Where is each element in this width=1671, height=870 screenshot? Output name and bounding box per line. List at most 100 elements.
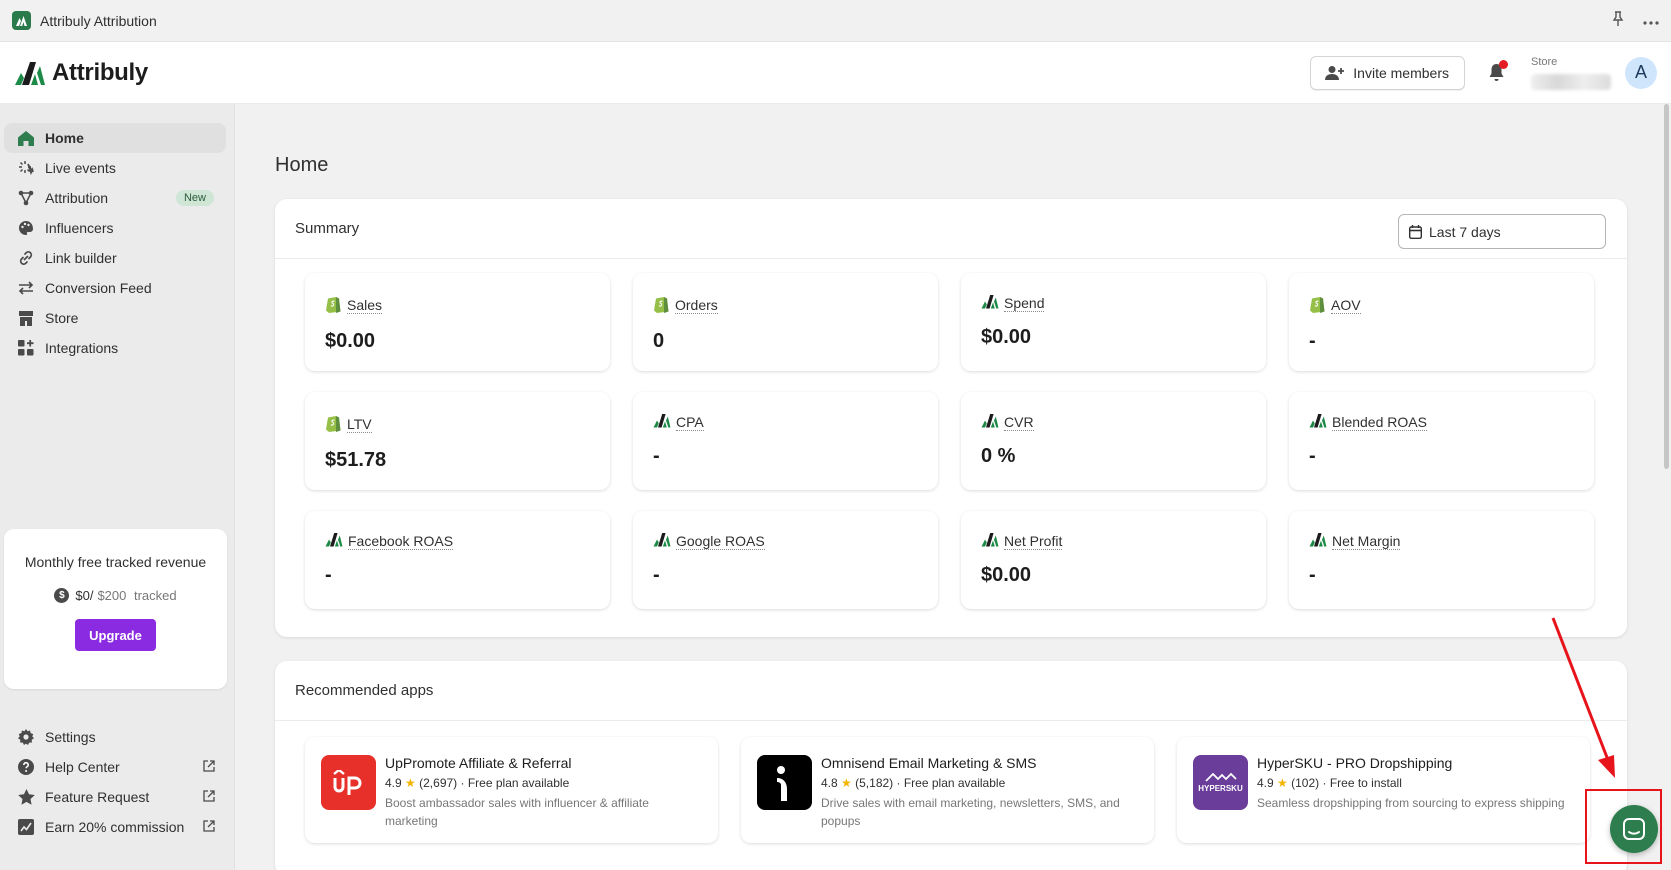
- metric-label-row: Blended ROAS: [1309, 413, 1594, 431]
- upgrade-button[interactable]: Upgrade: [75, 619, 156, 651]
- omnisend-logo-icon: [757, 755, 812, 810]
- metric-label-row: Net Margin: [1309, 532, 1594, 550]
- metric-label[interactable]: CVR: [1004, 414, 1034, 431]
- metric-card-ltv[interactable]: LTV $51.78: [305, 392, 610, 490]
- quota-usage: $ $0/$200 tracked: [4, 588, 227, 603]
- sidebar-item-label: Settings: [45, 729, 96, 745]
- metric-label[interactable]: Orders: [675, 297, 718, 314]
- sidebar-item-label: Live events: [45, 160, 116, 176]
- notifications-button[interactable]: [1483, 59, 1509, 86]
- sidebar-item-help-center[interactable]: Help Center: [4, 752, 227, 782]
- metric-label[interactable]: Spend: [1004, 295, 1045, 312]
- user-avatar[interactable]: A: [1625, 56, 1657, 89]
- shopify-icon: [325, 413, 342, 435]
- main-content: Home Summary Last 7 days Sales $0.00 Order…: [236, 104, 1671, 870]
- recommended-apps-list: UpPromote Affiliate & Referral 4.9 ★ (2,…: [305, 737, 1590, 843]
- star-icon: ★: [841, 776, 852, 790]
- metric-card-cvr[interactable]: CVR 0 %: [961, 392, 1266, 490]
- sidebar-item-earn-commission[interactable]: Earn 20% commission: [4, 812, 227, 842]
- sidebar-item-label: Feature Request: [45, 789, 150, 805]
- recommended-apps-header: Recommended apps: [275, 661, 1627, 721]
- metrics-grid: Sales $0.00 Orders 0 Spend $0.00 AOV - LTV $51.78…: [305, 273, 1594, 609]
- quota-limit: $200: [97, 588, 127, 603]
- metric-label[interactable]: Sales: [347, 297, 383, 314]
- metric-card-spend[interactable]: Spend $0.00: [961, 273, 1266, 371]
- external-link-icon: [203, 789, 215, 805]
- attribuly-icon: [1309, 532, 1327, 550]
- sidebar-item-integrations[interactable]: Integrations: [4, 333, 226, 363]
- metric-value: $0.00: [981, 326, 1032, 348]
- invite-members-button[interactable]: Invite members: [1310, 55, 1465, 90]
- metric-card-net-margin[interactable]: Net Margin -: [1289, 511, 1594, 609]
- star-icon: [17, 788, 35, 806]
- sidebar-item-home[interactable]: Home: [4, 123, 226, 153]
- app-name: Omnisend Email Marketing & SMS: [821, 755, 1037, 771]
- metric-label-row: Facebook ROAS: [325, 532, 610, 550]
- more-options-icon[interactable]: [1643, 12, 1659, 29]
- app-plan: Free plan available: [467, 776, 570, 790]
- app-card-hypersku[interactable]: HYPERSKU HyperSKU - PRO Dropshipping 4.9…: [1177, 737, 1590, 843]
- app-card-uppromote[interactable]: UpPromote Affiliate & Referral 4.9 ★ (2,…: [305, 737, 718, 843]
- metric-label[interactable]: Google ROAS: [676, 533, 765, 550]
- palette-icon: [17, 219, 35, 237]
- metric-label[interactable]: AOV: [1331, 297, 1361, 314]
- brand-name: Attribuly: [52, 58, 148, 86]
- attribuly-icon: [981, 413, 999, 431]
- app-name: HyperSKU - PRO Dropshipping: [1257, 755, 1453, 771]
- metric-label[interactable]: Net Profit: [1004, 533, 1063, 550]
- brand-logo[interactable]: Attribuly: [14, 59, 148, 87]
- sidebar-item-live-events[interactable]: Live events: [4, 153, 226, 183]
- metric-value: $0.00: [981, 564, 1032, 586]
- date-range-picker[interactable]: Last 7 days: [1398, 214, 1606, 249]
- sidebar-item-label: Attribution: [45, 190, 109, 206]
- metric-label[interactable]: Facebook ROAS: [348, 533, 454, 550]
- commission-icon: [17, 818, 35, 836]
- metric-card-aov[interactable]: AOV -: [1289, 273, 1594, 371]
- metric-label[interactable]: LTV: [347, 416, 372, 433]
- add-user-icon: [1325, 65, 1345, 80]
- metric-card-orders[interactable]: Orders 0: [633, 273, 938, 371]
- sidebar-item-label: Integrations: [45, 340, 119, 356]
- app-card-omnisend[interactable]: Omnisend Email Marketing & SMS 4.8 ★ (5,…: [741, 737, 1154, 843]
- sidebar-item-label: Help Center: [45, 759, 120, 775]
- hypersku-logo-text: HYPERSKU: [1198, 784, 1243, 793]
- metric-label-row: LTV: [325, 413, 610, 435]
- sidebar-item-store[interactable]: Store: [4, 303, 226, 333]
- summary-title: Summary: [295, 220, 360, 237]
- scrollbar-thumb[interactable]: [1664, 104, 1669, 469]
- app-reviews: (102): [1291, 776, 1320, 790]
- attribuly-icon: [653, 532, 671, 550]
- attribuly-icon: [653, 413, 671, 431]
- metric-label-row: Sales: [325, 294, 610, 316]
- app-plan: Free to install: [1329, 776, 1402, 790]
- metric-card-blended-roas[interactable]: Blended ROAS -: [1289, 392, 1594, 490]
- sidebar-item-attribution[interactable]: Attribution New: [4, 183, 226, 213]
- metric-label-row: Google ROAS: [653, 532, 938, 550]
- sidebar-item-settings[interactable]: Settings: [4, 722, 227, 752]
- sidebar-item-conversion-feed[interactable]: Conversion Feed: [4, 273, 226, 303]
- metric-label-row: CVR: [981, 413, 1266, 431]
- quota-used: $0/: [75, 588, 94, 603]
- chat-launcher-button[interactable]: [1610, 805, 1658, 853]
- metric-label[interactable]: Blended ROAS: [1332, 414, 1427, 431]
- metric-value: 0: [653, 330, 665, 352]
- window-titlebar: Attribuly Attribution: [0, 0, 1671, 42]
- app-description: Drive sales with email marketing, newsle…: [821, 796, 1120, 828]
- metric-card-google-roas[interactable]: Google ROAS -: [633, 511, 938, 609]
- metric-label[interactable]: Net Margin: [1332, 533, 1401, 550]
- pin-icon[interactable]: [1611, 10, 1625, 31]
- metric-label[interactable]: CPA: [676, 414, 704, 431]
- app-meta: 4.9 ★ (2,697) · Free plan available: [385, 776, 570, 790]
- metric-card-cpa[interactable]: CPA -: [633, 392, 938, 490]
- sidebar-item-influencers[interactable]: Influencers: [4, 213, 226, 243]
- metric-card-facebook-roas[interactable]: Facebook ROAS -: [305, 511, 610, 609]
- main-scrollbar[interactable]: [1663, 104, 1671, 870]
- sidebar-item-feature-request[interactable]: Feature Request: [4, 782, 227, 812]
- store-selector[interactable]: Store: [1531, 52, 1617, 94]
- metric-card-net-profit[interactable]: Net Profit $0.00: [961, 511, 1266, 609]
- sidebar-item-link-builder[interactable]: Link builder: [4, 243, 226, 273]
- app-meta: 4.9 ★ (102) · Free to install: [1257, 776, 1402, 790]
- metric-card-sales[interactable]: Sales $0.00: [305, 273, 610, 371]
- uppromote-logo-icon: [321, 755, 376, 810]
- sidebar-nav: Home Live events Attribution New Influen…: [0, 104, 234, 363]
